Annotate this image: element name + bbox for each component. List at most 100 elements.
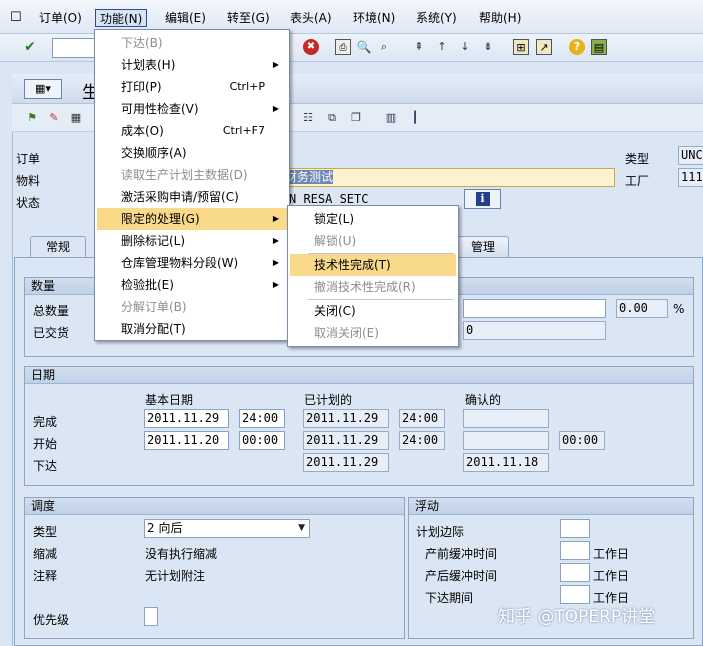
submenu-arrow-icon: ▶ <box>272 104 279 113</box>
reduction-label: 缩减 <box>33 547 58 561</box>
overview-toggle-icon[interactable]: ▦▾ <box>24 79 62 99</box>
submenu-arrow-icon: ▶ <box>272 236 279 245</box>
delivered-label: 已交货 <box>33 326 70 340</box>
calculator-icon[interactable]: ▦ <box>68 110 84 126</box>
scheduled-header: 已计划的 <box>304 393 353 407</box>
print-icon[interactable]: ⎙ <box>335 39 351 55</box>
menu-help[interactable]: 帮助(H) <box>479 9 521 27</box>
release-label: 下达 <box>33 459 58 473</box>
last-page-icon[interactable]: ⇟ <box>480 39 496 55</box>
command-field[interactable] <box>52 38 96 58</box>
network-icon[interactable]: ☷ <box>300 110 316 126</box>
menu-item-inspection-lot[interactable]: 检验批(E) ▶ <box>97 274 287 296</box>
first-page-icon[interactable]: ⇞ <box>411 39 427 55</box>
total-quantity-field[interactable] <box>463 299 606 318</box>
flag-icon[interactable]: ⚑ <box>24 110 40 126</box>
finish-confirmed-date-field <box>463 409 549 428</box>
menu-item-restricted-processing[interactable]: 限定的处理(G) ▶ <box>97 208 287 230</box>
hierarchy-icon[interactable]: ┃ <box>407 110 423 126</box>
start-confirmed-date-field <box>463 431 549 450</box>
release-period-label: 下达期间 <box>425 591 474 605</box>
layout-menu-icon[interactable]: ▤ <box>591 39 607 55</box>
order-type-field: UNC <box>678 146 703 165</box>
submenu-item-revoke-technical-completion[interactable]: 撤消技术性完成(R) <box>290 276 456 298</box>
finish-basic-time-field[interactable]: 24:00 <box>239 409 285 428</box>
copy-object-icon[interactable]: ⧉ <box>324 110 340 126</box>
next-page-icon[interactable]: ↓ <box>457 39 473 55</box>
material-label: 物料 <box>16 174 41 188</box>
menu-item-print[interactable]: 打印(P) Ctrl+P <box>97 76 287 98</box>
scheduling-group-title: 调度 <box>25 498 404 515</box>
start-scheduled-date-field: 2011.11.29 <box>303 431 389 450</box>
menu-item-read-master-data[interactable]: 读取生产计划主数据(D) <box>97 164 287 186</box>
note-value: 无计划附注 <box>145 569 206 583</box>
menu-item-costs[interactable]: 成本(O) Ctrl+F7 <box>97 120 287 142</box>
scheduling-type-select[interactable]: 2 向后 ▼ <box>144 519 310 538</box>
dates-group-title: 日期 <box>25 367 693 384</box>
help-icon[interactable]: ? <box>569 39 585 55</box>
percent-unit: % <box>673 302 685 316</box>
menu-system[interactable]: 系统(Y) <box>416 9 457 27</box>
start-basic-date-field[interactable]: 2011.11.20 <box>144 431 229 450</box>
note-label: 注释 <box>33 569 58 583</box>
submenu-item-unlock[interactable]: 解锁(U) <box>290 230 456 252</box>
margin-field[interactable] <box>560 519 590 538</box>
basic-date-header: 基本日期 <box>145 393 194 407</box>
pre-buffer-label: 产前缓冲时间 <box>425 547 498 561</box>
menu-function[interactable]: 功能(N) <box>95 9 148 27</box>
menu-item-split-order[interactable]: 分解订单(B) <box>97 296 287 318</box>
menu-item-cancel-assignment[interactable]: 取消分配(T) <box>97 318 287 340</box>
menu-item-deletion-flag[interactable]: 删除标记(L) ▶ <box>97 230 287 252</box>
confirmed-header: 确认的 <box>465 393 502 407</box>
submenu-arrow-icon: ▶ <box>272 214 279 223</box>
menu-environment[interactable]: 环境(N) <box>353 9 395 27</box>
new-session-icon[interactable]: ⊞ <box>513 39 529 55</box>
menu-item-wm-staging[interactable]: 仓库管理物料分段(W) ▶ <box>97 252 287 274</box>
enter-check-icon[interactable]: ✔ <box>22 39 38 55</box>
submenu-item-lock[interactable]: 锁定(L) <box>290 208 456 230</box>
restricted-processing-submenu: 锁定(L) 解锁(U) 技术性完成(T) 撤消技术性完成(R) 关闭(C) 取消… <box>287 205 459 347</box>
function-menu: 下达(B) 计划表(H) ▶ 打印(P) Ctrl+P 可用性检查(V) ▶ 成本(O… <box>94 29 290 341</box>
order-label: 订单 <box>16 152 41 166</box>
menu-item-swap-sequence[interactable]: 交换顺序(A) <box>97 142 287 164</box>
release-confirmed-date-field: 2011.11.18 <box>463 453 549 472</box>
document-icon[interactable]: ❐ <box>348 110 364 126</box>
menu-edit[interactable]: 编辑(E) <box>165 9 206 27</box>
menu-header[interactable]: 表头(A) <box>290 9 332 27</box>
menu-item-activate-purchase-req[interactable]: 激活采购申请/预留(C) <box>97 186 287 208</box>
tab-general[interactable]: 常规 <box>30 236 86 259</box>
shortcut-icon[interactable]: ↗ <box>536 39 552 55</box>
menu-goto[interactable]: 转至(G) <box>227 9 270 27</box>
find-icon[interactable]: 🔍 <box>356 39 372 55</box>
menu-order[interactable]: 订单(O) <box>39 9 82 27</box>
finish-scheduled-time-field: 24:00 <box>399 409 445 428</box>
scrap-percent-field: 0.00 <box>616 299 668 318</box>
plant-field: 111 <box>678 168 703 187</box>
tab-management[interactable]: 管理 <box>457 236 509 258</box>
menu-item-schedule[interactable]: 计划表(H) ▶ <box>97 54 287 76</box>
table-icon[interactable]: ▥ <box>383 110 399 126</box>
start-basic-time-field[interactable]: 00:00 <box>239 431 285 450</box>
submenu-item-close[interactable]: 关闭(C) <box>290 300 456 322</box>
previous-page-icon[interactable]: ↑ <box>434 39 450 55</box>
menu-item-release[interactable]: 下达(B) <box>97 32 287 54</box>
priority-field[interactable] <box>144 607 158 626</box>
menu-item-availability-check[interactable]: 可用性检查(V) ▶ <box>97 98 287 120</box>
edit-object-icon[interactable]: ✎ <box>46 110 62 126</box>
float-group-title: 浮动 <box>409 498 693 515</box>
finish-basic-date-field[interactable]: 2011.11.29 <box>144 409 229 428</box>
status-info-button[interactable]: i <box>464 189 501 209</box>
status-value: N RESA SETC <box>289 192 369 206</box>
reduction-value: 没有执行缩减 <box>145 547 218 561</box>
submenu-item-technically-complete[interactable]: 技术性完成(T) <box>290 254 456 276</box>
cancel-icon[interactable]: ✖ <box>303 39 319 55</box>
window-menu-icon[interactable]: ☐ <box>10 9 22 27</box>
start-label: 开始 <box>33 437 58 451</box>
pre-buffer-field[interactable] <box>560 541 590 560</box>
post-buffer-field[interactable] <box>560 563 590 582</box>
submenu-arrow-icon: ▶ <box>272 258 279 267</box>
submenu-item-cancel-close[interactable]: 取消关闭(E) <box>290 322 456 344</box>
scheduling-type-label: 类型 <box>33 525 58 539</box>
release-scheduled-date-field: 2011.11.29 <box>303 453 389 472</box>
find-next-icon[interactable]: ⌕ <box>376 39 392 55</box>
